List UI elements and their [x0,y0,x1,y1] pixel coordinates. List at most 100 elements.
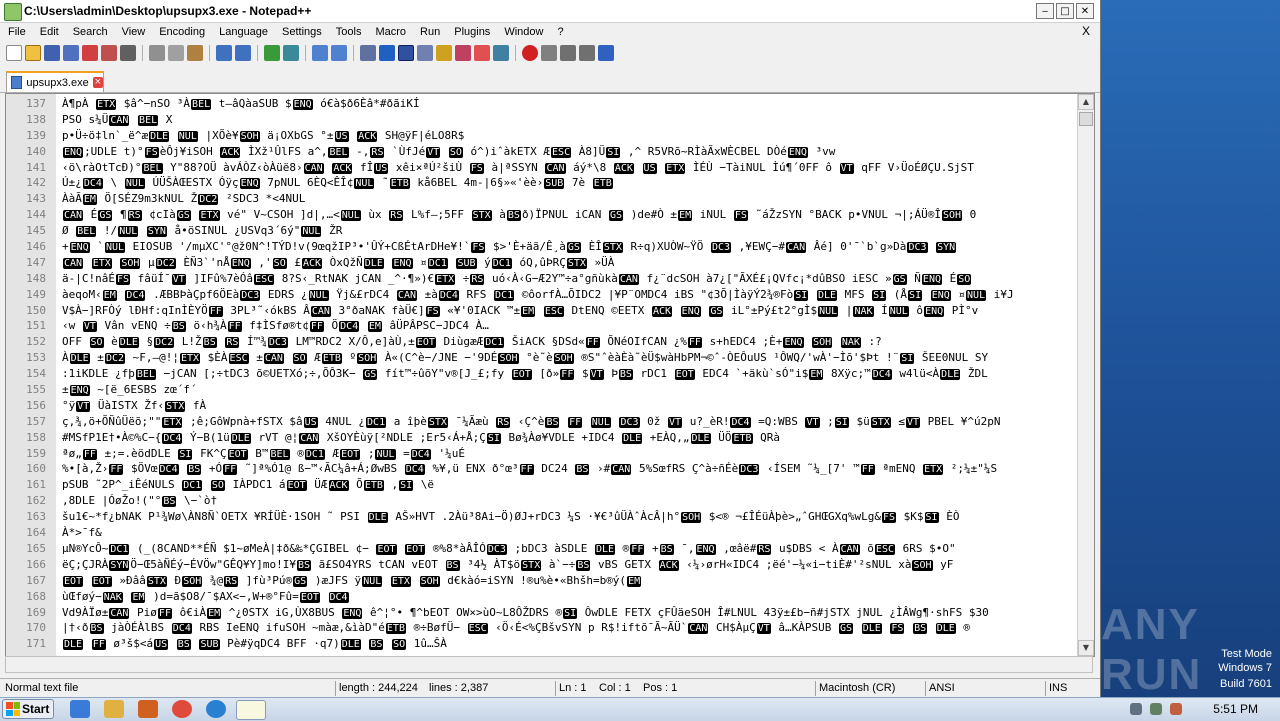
menu-item[interactable]: Language [211,26,274,38]
editor-line[interactable]: 148 ä-|C!nâÉ FS fâüÍ¯ VT ]IFû%7èÓâ ESC 8?S‹_… [6,271,1078,287]
editor-line[interactable]: 157 ç,¾,ö+ÕÑûÜëõ;"" ETX ;ê;GôWpnà+fSTX $â U… [6,414,1078,430]
editor-line[interactable]: 169 Vd9ÀÏø± CAN Piø FF ô€iÀ EM ^¿0STX iG,ÙX8… [6,605,1078,621]
notepadpp-taskbar-icon[interactable] [236,700,266,720]
function-list-icon[interactable] [474,45,490,61]
doc-map-icon[interactable] [455,45,471,61]
scroll-thumb[interactable] [1079,112,1093,126]
open-folder-icon[interactable] [25,45,41,61]
editor-line[interactable]: 151 ‹w VT Vân vENQ ÷ BS ö‹h¾À FF f‡ÌSfø®t¢ F… [6,318,1078,334]
menu-item[interactable]: Edit [32,26,65,38]
editor-line[interactable]: 154:1iKDLE ¿fþ BEL −jCAN [;÷tDC3 õ©UETXó;… [6,366,1078,382]
editor-line[interactable]: 159 ªø„ FF ±;=.èödDLE SI FK^Ç EOT B™ BEL ® DC… [6,446,1078,462]
cut-icon[interactable] [149,45,165,61]
menu-item[interactable]: Encoding [151,26,211,38]
replace-icon[interactable] [283,45,299,61]
maximize-button[interactable]: □ [1056,3,1074,19]
editor-line[interactable]: 142 Ú±¿ DC4 \ NUL ÚÜŠÀŒESTX Óÿç ENQ 7pNUL 6… [6,175,1078,191]
menu-item[interactable]: ? [549,26,569,38]
menu-item[interactable]: Window [496,26,549,38]
record-macro-icon[interactable] [522,45,538,61]
copy-icon[interactable] [168,45,184,61]
edge-icon[interactable] [206,700,226,718]
horizontal-scrollbar[interactable] [5,656,1093,673]
tab-close-icon[interactable]: × [92,77,103,88]
text-editor[interactable]: 137 À¶pÀ ETX $â^−nSO ³À BEL t—âQàaSUB $ ENQ… [5,93,1095,657]
zoom-in-icon[interactable] [312,45,328,61]
scroll-down-icon[interactable]: ▼ [1078,640,1094,656]
editor-lines[interactable]: 137 À¶pÀ ETX $â^−nSO ³À BEL t—âQàaSUB $ ENQ… [6,96,1078,652]
redo-icon[interactable] [235,45,251,61]
menu-item[interactable]: File [0,26,32,38]
network-icon[interactable] [1150,703,1162,715]
status-encoding[interactable]: ANSI [925,681,955,696]
undo-icon[interactable] [216,45,232,61]
menu-item[interactable]: View [114,26,152,38]
minimize-button[interactable]: ‒ [1036,3,1054,19]
editor-line[interactable]: 160 %•[à,Ž› FF $ÖVœ DC4 BS +Ó FF ˜]ª%Ó1@ ß−™… [6,461,1078,477]
editor-line[interactable]: 149 àeqoM‹ EM DC4 .ÆBBÞàÇpf6ÖEà DC3 EDRS ¿ N… [6,287,1078,303]
editor-line[interactable]: 155 ± ENQ ~[ë_6ESBS zœ´f´ [6,382,1078,398]
editor-line[interactable]: 150 V$À−]RFÒý lÐHf:qInÌÈYÖ FF 3PL³˜‹ókBS Â… [6,303,1078,319]
menu-item[interactable]: Plugins [446,26,496,38]
internet-explorer-icon[interactable] [70,700,90,718]
close-file-icon[interactable] [82,45,98,61]
editor-line[interactable]: 165 µN®YcÔ~ DC1 (_(8CAND**ÉÑ $1~øMeÀ|‡ð&‰*… [6,541,1078,557]
editor-line[interactable]: 167 EOT EOT »Ðââ STX Ð SOH ¾@ RS ]fù³Pú® GS )… [6,573,1078,589]
indent-guide-icon[interactable] [417,45,433,61]
chrome-icon[interactable] [172,700,192,718]
editor-line[interactable]: 152 OFF SO è DLE § DC2 L!Ž BS RS Í™¾ DC3 LM™R… [6,334,1078,350]
editor-line[interactable]: 143 ÀàÃ EM Ö[SÉZ9m3kNUL Ž DC2 ²SDC3 *<4NUL [6,191,1078,207]
user-language-icon[interactable] [436,45,452,61]
file-explorer-icon[interactable] [104,700,124,718]
editor-line[interactable]: 144 CAN É GS ¶ RS ¢cIà GS ETX vé" V~CSOH ]d|… [6,207,1078,223]
tab-upsupx3[interactable]: upsupx3.exe × [6,71,104,92]
print-icon[interactable] [120,45,136,61]
editor-line[interactable]: 141 ‹ö\ràOtTcÐ)° BEL Y"88?OÜ àvÁÒZ‹òÀüë8› C… [6,160,1078,176]
menu-item[interactable]: Tools [328,26,368,38]
save-macro-icon[interactable] [598,45,614,61]
flag-icon[interactable] [1170,703,1182,715]
editor-line[interactable]: 156 °ÿ VT ÜàISTX Žf‹ STX fÀ [6,398,1078,414]
editor-line[interactable]: 171 DLE FF ø³š$<á US BS SUB Pè#ÿqDC4 BFF ·… [6,636,1078,652]
editor-line[interactable]: 170 |†‹ð BS jàÒÉÀlBS DC4 RBS IeENQ ifuSOH … [6,620,1078,636]
vertical-scrollbar[interactable]: ▲ ▼ [1077,94,1094,656]
close-button[interactable]: ✕ [1076,3,1094,19]
menu-item[interactable]: Settings [274,26,328,38]
menu-item[interactable]: Run [412,26,446,38]
save-all-icon[interactable] [63,45,79,61]
new-file-icon[interactable] [6,45,22,61]
editor-line[interactable]: 137 À¶pÀ ETX $â^−nSO ³À BEL t—âQàaSUB $ ENQ… [6,96,1078,112]
editor-line[interactable]: 145 Ø BEL !/NUL SYN å•öSINUL ¿USVq3´6ý" NU… [6,223,1078,239]
editor-line[interactable]: 147 CAN ETX SOH µ DC2 ÈÑ3`'nÅ ENQ ,' SO £ ACK… [6,255,1078,271]
editor-line[interactable]: 161 pSUB ˜2P^_iÊéNULS DC1 SO IÀPDC1 á EOT … [6,477,1078,493]
speaker-icon[interactable] [1130,703,1142,715]
status-eol[interactable]: Macintosh (CR) [815,681,895,696]
media-player-icon[interactable] [138,700,158,718]
title-bar[interactable]: C:\Users\admin\Desktop\upsupx3.exe - Not… [0,0,1100,23]
stop-recording-icon[interactable] [541,45,557,61]
close-document-button[interactable]: X [1082,24,1090,38]
menu-item[interactable]: Search [65,26,114,38]
show-all-characters-icon[interactable] [379,45,395,61]
menu-item[interactable]: Macro [367,26,412,38]
find-icon[interactable] [264,45,280,61]
start-button[interactable]: Start [2,699,54,719]
editor-line[interactable]: 139 p•Ü÷ö‡ln`_ë^æ DLE NUL |XÕè¥ SOH ä¡OXbGS… [6,128,1078,144]
editor-line[interactable]: 140 ENQ ;UDLE t)° FS èÔj¥iSOH ACK ÌXž¹ÛlFS a… [6,144,1078,160]
editor-line[interactable]: 162 ,8DLE |ÓøŽo!("° BS \−`ò† [6,493,1078,509]
editor-line[interactable]: 146 + ENQ ` NUL EIOSUB '/mµXC'°@ž0N^!TÝD!v(… [6,239,1078,255]
editor-line[interactable]: 166 ëÇ;ÇJRÀ SYN Ö−Œ5àÑÉý−ÉVÖw"GÊQ¥Y]mo!I¥ BS… [6,557,1078,573]
folder-workspace-icon[interactable] [493,45,509,61]
playback-macro-icon[interactable] [560,45,576,61]
word-wrap-icon[interactable] [398,45,414,61]
editor-line[interactable]: 163 šu1€~*f¿bNAK P¹¾Wø\ÀN8Ñ`OETX ¥RÍÜÈ·1S… [6,509,1078,525]
close-all-icon[interactable] [101,45,117,61]
clock[interactable]: 5:51 PM [1213,702,1258,716]
editor-line[interactable]: 164 À*>¯f& [6,525,1078,541]
paste-icon[interactable] [187,45,203,61]
scroll-up-icon[interactable]: ▲ [1078,94,1094,110]
editor-line[interactable]: 153 À DLE ± DC2 ~F,—@!¦ ETX $ÈÀ ESC ± CAN SO Æ… [6,350,1078,366]
sync-scroll-icon[interactable] [360,45,376,61]
zoom-out-icon[interactable] [331,45,347,61]
editor-line[interactable]: 168 ùŒføý− NAK EM )d=ã$O8/¯$AX<−,W+®°Fû= EO… [6,589,1078,605]
